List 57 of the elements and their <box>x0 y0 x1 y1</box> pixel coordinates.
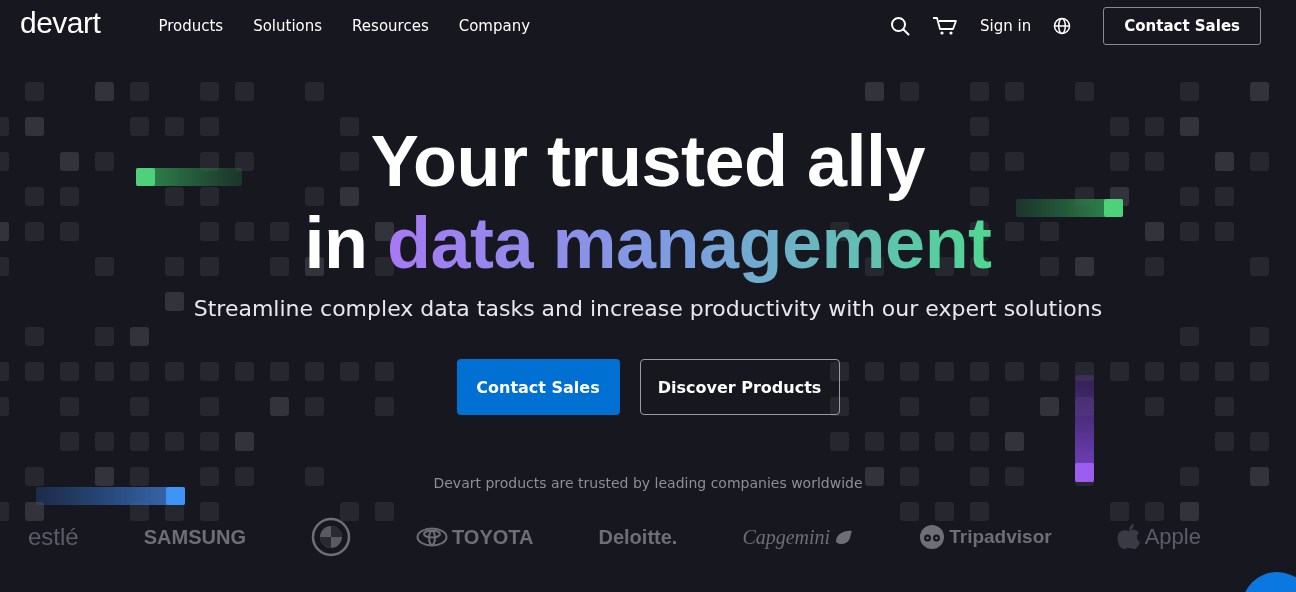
grid-square <box>340 502 359 521</box>
company-logo: Deloitte. <box>598 525 678 549</box>
grid-square <box>865 82 884 101</box>
grid-square <box>25 467 44 486</box>
hero-title: Your trusted ally <box>370 120 926 202</box>
company-logo: TOYOTA <box>452 525 534 549</box>
grid-square <box>95 82 114 101</box>
grid-square <box>1180 117 1199 136</box>
grid-square <box>865 467 884 486</box>
search-icon[interactable] <box>890 16 911 36</box>
grid-square <box>200 187 219 206</box>
grid-square <box>25 117 44 136</box>
contact-sales-button[interactable]: Contact Sales <box>456 359 620 415</box>
grid-square <box>830 362 849 381</box>
grid-square <box>95 467 114 486</box>
grid-square <box>1250 467 1269 486</box>
grid-square <box>200 152 219 171</box>
grid-square <box>130 467 149 486</box>
grid-square <box>1180 502 1199 521</box>
grid-square <box>1005 432 1024 451</box>
grid-square <box>1145 222 1164 241</box>
grid-square <box>1075 257 1094 276</box>
grid-square <box>60 152 79 171</box>
sign-in-link[interactable]: Sign in <box>980 17 1032 35</box>
grid-square <box>1040 397 1059 416</box>
grid-square <box>340 187 359 206</box>
company-logo: estlé <box>28 523 79 551</box>
company-logo: Apple <box>1144 524 1201 550</box>
grid-square <box>130 327 149 346</box>
grid-square <box>1250 82 1269 101</box>
apple-logo-icon <box>1116 523 1141 551</box>
ellipses-logo-icon <box>416 527 448 547</box>
grid-square <box>830 397 849 416</box>
company-logo: Tripadvisor <box>949 526 1052 548</box>
nav-link[interactable]: Products <box>158 17 224 35</box>
grid-square <box>25 502 44 521</box>
hero-subtitle: Streamline complex data tasks and increase productivity with our expert solutions <box>193 296 1103 321</box>
emblem-logo-icon <box>310 517 351 557</box>
discover-products-button[interactable]: Discover Products <box>639 359 840 415</box>
company-logo: Capgemini <box>742 525 831 549</box>
cart-icon[interactable] <box>932 16 959 36</box>
grid-square <box>165 187 184 206</box>
contact-sales-button[interactable]: Contact Sales <box>1103 7 1261 45</box>
grid-square <box>235 152 254 171</box>
grid-square <box>165 292 184 311</box>
spade-logo-icon <box>834 528 855 546</box>
owl-logo-icon <box>919 524 946 550</box>
trusted-caption: Devart products are trusted by leading companies worldwide <box>433 475 863 491</box>
grid-square <box>270 397 289 416</box>
nav-link[interactable]: Company <box>458 17 531 35</box>
grid-square <box>235 432 254 451</box>
nav-link[interactable]: Solutions <box>253 17 323 35</box>
company-logo: SAMSUNG <box>143 525 246 549</box>
devart-logo[interactable]: devart <box>20 6 101 40</box>
grid-square <box>1215 152 1234 171</box>
nav-link[interactable]: Resources <box>352 17 429 35</box>
globe-icon[interactable] <box>1053 17 1072 35</box>
